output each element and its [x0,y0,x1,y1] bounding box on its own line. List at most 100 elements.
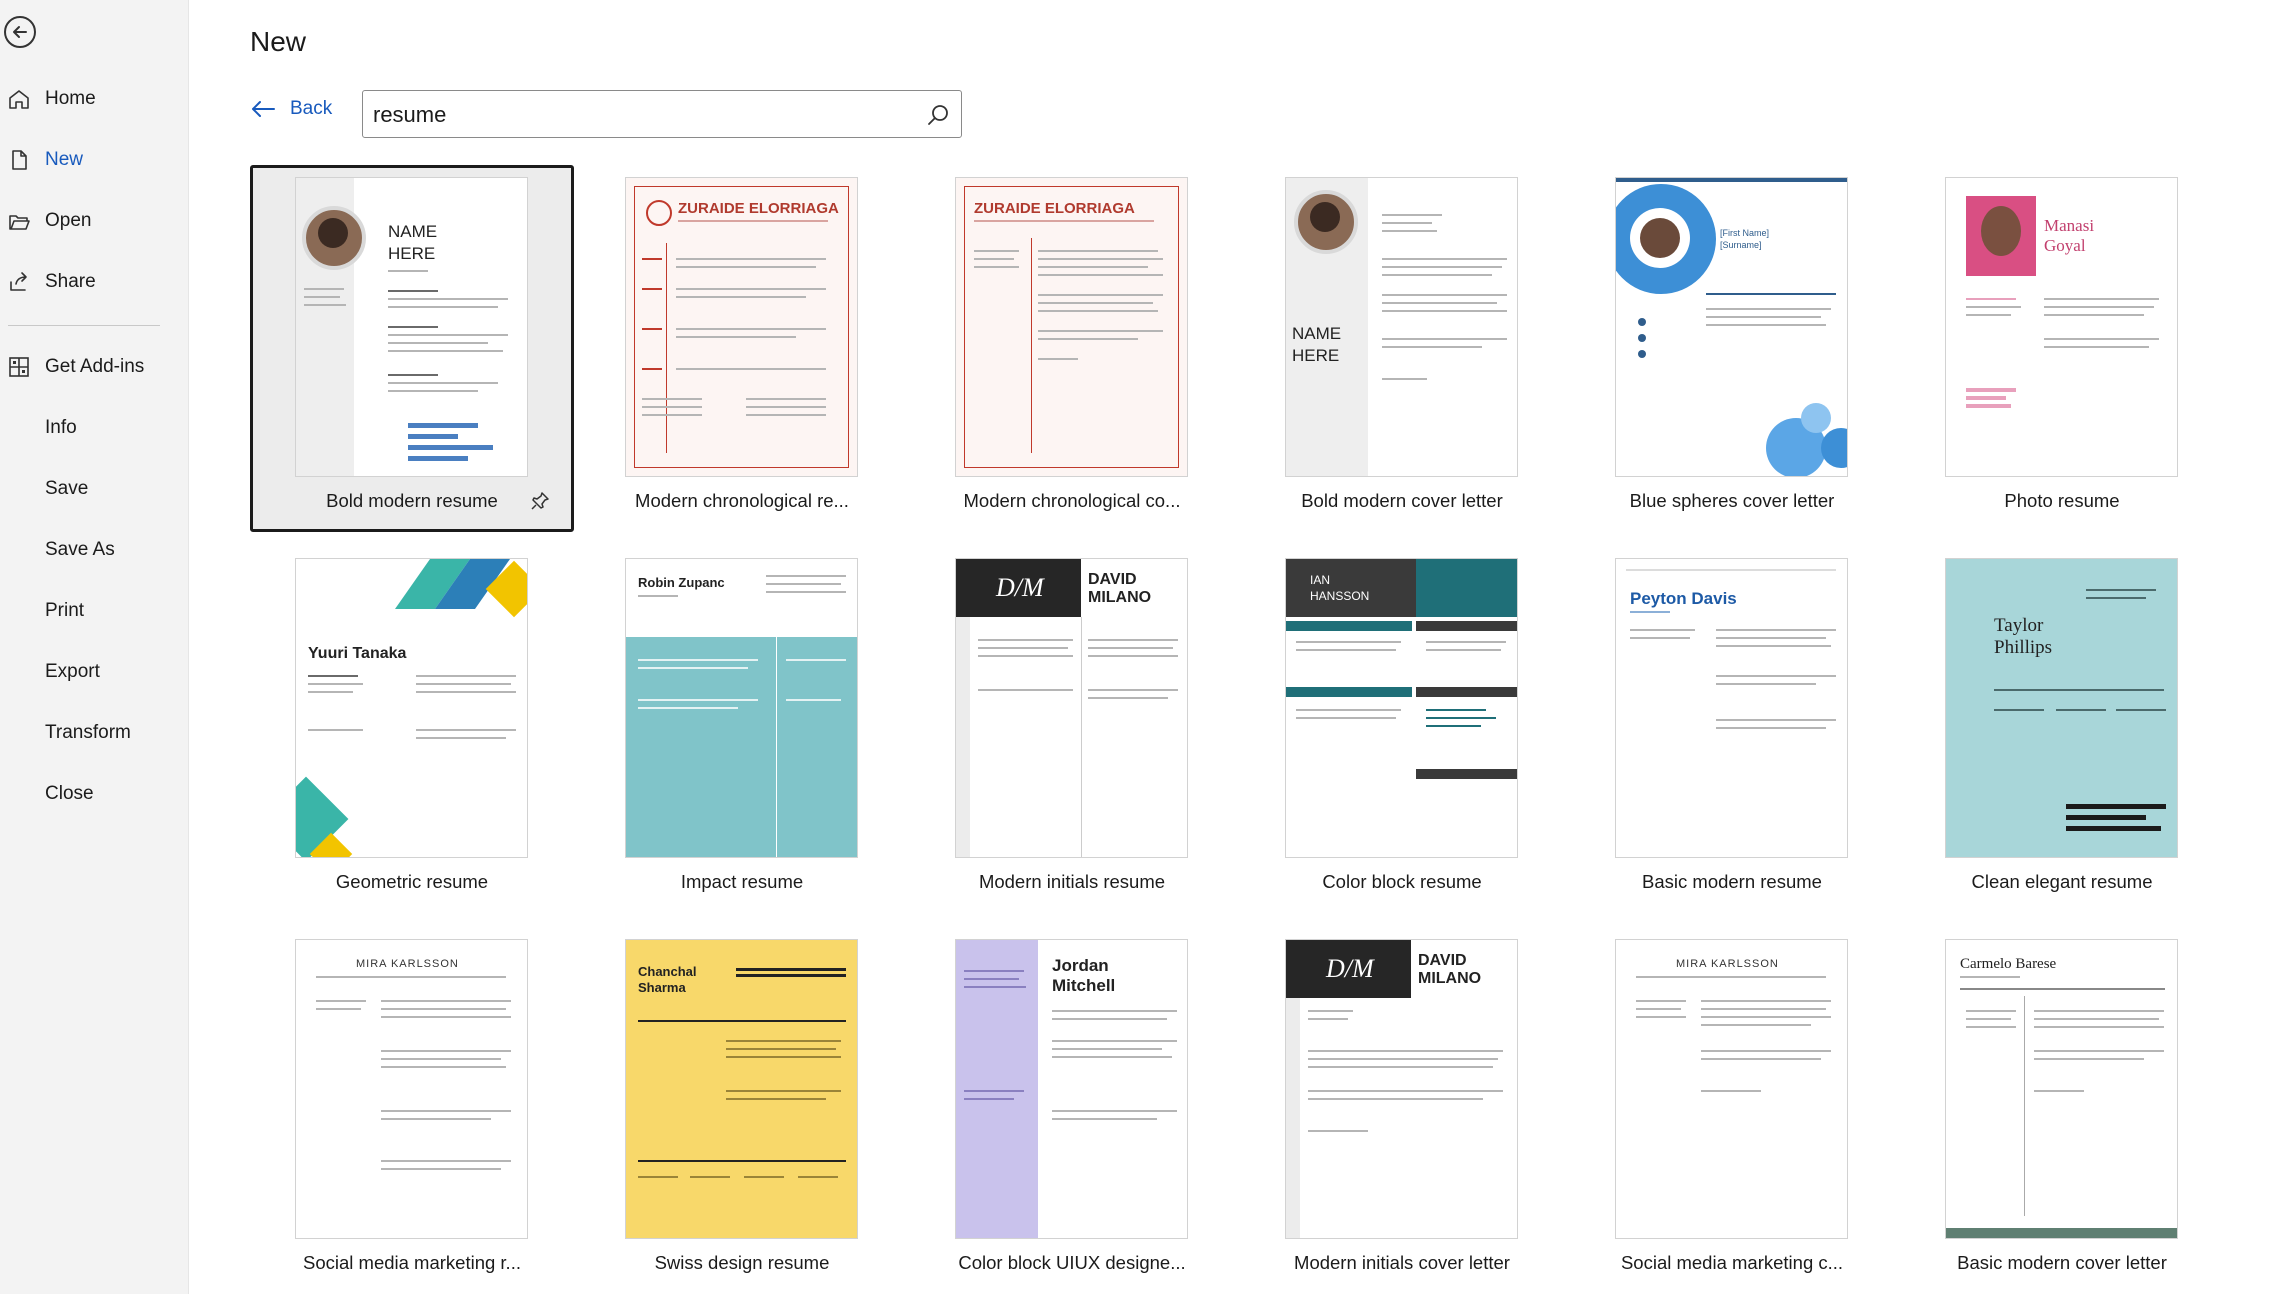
sidebar-item-print[interactable]: Print [0,587,189,635]
template-tile-swiss-design-resume[interactable]: Chanchal Sharma Swiss design resume [580,927,904,1294]
template-label: Modern initials resume [978,871,1166,892]
sidebar-item-label: New [45,149,84,170]
template-tile-social-media-marketing-resume[interactable]: MIRA KARLSSON Social media marketing r..… [250,927,574,1294]
back-label: Back [290,98,333,119]
sidebar-item-label: Print [45,600,85,621]
sidebar-item-close[interactable]: Close [0,770,189,818]
thumb-name: MIRA KARLSSON [356,958,459,970]
template-label: Basic modern resume [1642,871,1822,892]
thumb-name: Jordan [1052,956,1109,975]
thumb-name: Carmelo Barese [1960,956,2057,972]
sidebar-item-label: Get Add-ins [45,356,145,377]
template-tile-blue-spheres-cover-letter[interactable]: [First Name] [Surname] Blue spheres cove… [1570,165,1894,532]
search-input[interactable] [373,101,913,129]
template-label: Social media marketing r... [303,1252,521,1273]
template-tile-color-block-resume[interactable]: IAN HANSSON Color block resume [1240,546,1564,913]
sidebar-item-label: Save As [45,539,115,560]
thumb-name: Yuuri Tanaka [308,645,407,662]
template-thumbnail: NAME HERE [295,177,528,477]
sidebar-item-label: Close [45,783,94,804]
sidebar-item-label: Open [45,210,92,231]
thumb-name: Peyton Davis [1630,589,1737,608]
sidebar-item-export[interactable]: Export [0,648,189,696]
sidebar-item-label: Save [45,478,89,499]
template-thumbnail: ZURAIDE ELORRIAGA [955,177,1188,477]
sidebar-item-save[interactable]: Save [0,465,189,513]
template-label: Bold modern resume [326,490,498,511]
thumb-name: ZURAIDE ELORRIAGA [974,200,1135,217]
sidebar-item-label: Transform [45,722,131,743]
sidebar-item-label: Share [45,271,96,292]
thumb-name: Goyal [2044,236,2086,255]
thumb-name: DAVID [1088,571,1137,588]
sidebar-item-label: Info [45,417,77,438]
thumb-initials: D/M [1326,954,1374,983]
template-tile-photo-resume[interactable]: Manasi Goyal Photo resume [1900,165,2224,532]
sidebar-item-save-as[interactable]: Save As [0,526,189,574]
template-label: Swiss design resume [654,1252,830,1273]
thumb-name: Sharma [638,980,686,995]
template-tile-basic-modern-resume[interactable]: Peyton Davis Basic modern resume [1570,546,1894,913]
template-label: Geometric resume [335,871,489,892]
template-thumbnail: D/M DAVID MILANO [955,558,1188,858]
thumb-name: Manasi [2044,216,2095,235]
thumb-name: HERE [388,244,436,263]
thumb-name: MILANO [1418,970,1482,987]
template-thumbnail: ZURAIDE ELORRIAGA [625,177,858,477]
sidebar-item-info[interactable]: Info [0,404,189,452]
template-label: Modern initials cover letter [1294,1252,1510,1273]
template-tile-social-media-marketing-cover[interactable]: MIRA KARLSSON Social media marketing c..… [1570,927,1894,1294]
back-button[interactable]: Back [250,98,332,120]
template-tile-modern-initials-resume[interactable]: D/M DAVID MILANO Modern initials resume [910,546,1234,913]
template-tile-modern-chronological-resume[interactable]: ZURAIDE ELORRIAGA Modern chronological r… [580,165,904,532]
search-icon[interactable] [925,102,951,128]
sidebar-item-new[interactable]: New [0,136,189,184]
template-label: Clean elegant resume [1971,871,2153,892]
thumb-name: DAVID [1418,952,1467,969]
template-tile-impact-resume[interactable]: Robin Zupanc Impact resume [580,546,904,913]
template-tile-bold-modern-resume[interactable]: NAME HERE Bold modern resume [250,165,574,532]
folder-open-icon [6,208,32,234]
template-thumbnail: Jordan Mitchell [955,939,1188,1239]
sidebar-item-get-add-ins[interactable]: Get Add-ins [0,343,189,391]
template-thumbnail: Carmelo Barese [1945,939,2178,1239]
thumb-name: Chanchal [638,964,697,979]
template-label: Blue spheres cover letter [1629,490,1835,511]
back-arrow-icon[interactable] [4,16,36,48]
template-thumbnail: Chanchal Sharma [625,939,858,1239]
sidebar-item-label: Home [45,88,96,109]
arrow-left-icon [252,101,275,117]
sidebar-item-home[interactable]: Home [0,75,189,123]
template-thumbnail: Robin Zupanc [625,558,858,858]
template-thumbnail: MIRA KARLSSON [295,939,528,1239]
thumb-first-name: [First Name] [1720,228,1770,238]
sidebar-item-share[interactable]: Share [0,258,189,306]
template-tile-modern-chronological-cover[interactable]: ZURAIDE ELORRIAGA Modern chronological c… [910,165,1234,532]
template-tile-geometric-resume[interactable]: Yuuri Tanaka Geometric resume [250,546,574,913]
thumb-name: NAME [1292,324,1342,343]
template-tile-basic-modern-cover-letter[interactable]: Carmelo Barese Basic modern cover letter [1900,927,2224,1294]
template-tile-bold-modern-cover-letter[interactable]: NAME HERE Bold modern cover letter [1240,165,1564,532]
template-thumbnail: IAN HANSSON [1285,558,1518,858]
template-label: Social media marketing c... [1620,1252,1844,1273]
thumb-name: Phillips [1994,637,2053,658]
thumb-name: ZURAIDE ELORRIAGA [678,200,839,217]
template-thumbnail: Taylor Phillips [1945,558,2178,858]
template-label: Color block resume [1322,871,1482,892]
thumb-initials: D/M [996,573,1044,602]
pin-icon[interactable] [529,490,551,512]
template-thumbnail: Yuuri Tanaka [295,558,528,858]
sidebar-item-transform[interactable]: Transform [0,709,189,757]
template-label: Modern chronological co... [963,490,1181,511]
sidebar-divider [8,325,160,326]
sidebar-item-open[interactable]: Open [0,197,189,245]
template-thumbnail: D/M DAVID MILANO [1285,939,1518,1239]
template-thumbnail: [First Name] [Surname] [1615,177,1848,477]
template-label: Photo resume [2004,490,2120,511]
template-label: Impact resume [680,871,804,892]
template-tile-modern-initials-cover-letter[interactable]: D/M DAVID MILANO Modern initials cover l… [1240,927,1564,1294]
thumb-name: IAN [1310,573,1331,587]
template-tile-clean-elegant-resume[interactable]: Taylor Phillips Clean elegant resume [1900,546,2224,913]
template-tile-color-block-uiux-designer[interactable]: Jordan Mitchell Color block UIUX designe… [910,927,1234,1294]
thumb-name: MILANO [1088,589,1152,606]
